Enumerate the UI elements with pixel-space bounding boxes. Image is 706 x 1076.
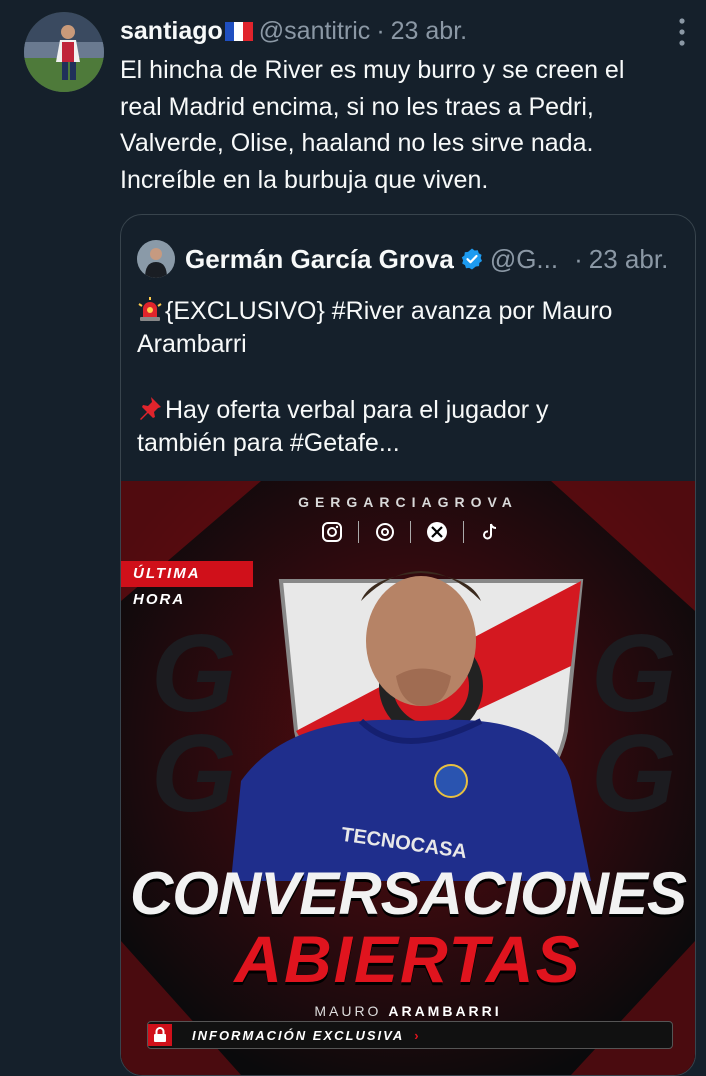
quote-text: {EXCLUSIVO} #River avanza por Mauro Aram… [137, 295, 677, 460]
quote-line-3: Hay oferta verbal para el jugador y [165, 396, 549, 424]
author-avatar[interactable] [24, 12, 104, 92]
france-flag-icon [224, 21, 253, 41]
quote-date: 23 abr. [588, 243, 669, 274]
svg-text:G: G [151, 712, 237, 835]
quote-avatar-photo [137, 240, 175, 278]
chevron-right-icon: › [414, 1027, 421, 1043]
info-bar: INFORMACIÓN EXCLUSIVA › [147, 1021, 673, 1049]
breaking-news-ribbon: ÚLTIMA HORA [121, 561, 253, 608]
tweet-text-line: real Madrid encima, si no les traes a Pe… [120, 92, 594, 121]
verified-badge-icon [461, 248, 482, 270]
divider [410, 521, 412, 543]
player-last-name: ARAMBARRI [388, 1003, 502, 1019]
author-handle[interactable]: @santitric [259, 17, 371, 46]
player-name: MAURO ARAMBARRI [121, 1003, 695, 1019]
quote-text-line: también para #Getafe... [137, 429, 400, 457]
quote-header: Germán García Grova @G... · 23 abr. [137, 239, 683, 279]
quote-author-avatar [137, 240, 175, 278]
quote-text-line: Arambarri [137, 330, 247, 358]
pushpin-icon [140, 397, 161, 420]
headline-primary: CONVERSACIONES [129, 860, 687, 927]
threads-icon [374, 521, 396, 543]
separator-dot: · [376, 16, 385, 45]
quote-text-line: {EXCLUSIVO} #River avanza por Mauro [137, 295, 677, 328]
tweet-text-line: El hincha de River es muy burro y se cre… [120, 56, 625, 84]
quote-author-handle: @G... [489, 243, 559, 274]
lock-icon [148, 1024, 172, 1046]
x-icon [426, 521, 448, 543]
tweet-text: El hincha de River es muy burro y se cre… [120, 52, 690, 198]
brand-name: GERGARCIAGROVA [298, 494, 518, 510]
divider [463, 521, 465, 543]
info-bar-label: INFORMACIÓN EXCLUSIVA [192, 1027, 405, 1043]
quote-media-image[interactable]: G G G G TECNOCASA GERGARCIAGROVA ÚLTIMA … [121, 481, 695, 1075]
avatar-photo [24, 12, 104, 92]
instagram-icon [321, 521, 343, 543]
quoted-tweet-card[interactable]: Germán García Grova @G... · 23 abr. {EXC… [120, 214, 696, 1076]
separator-dot: · [574, 243, 583, 274]
more-options-icon[interactable] [676, 16, 688, 48]
tweet-text-line: Increíble en la burbuja que viven. [120, 165, 489, 194]
quote-text-line: Hay oferta verbal para el jugador y [137, 394, 677, 427]
tiktok-icon [479, 521, 501, 543]
tweet-text-line: Valverde, Olise, haaland no les sirve na… [120, 129, 594, 157]
headline-secondary: ABIERTAS [234, 922, 582, 996]
tweet-header: santiago @santitric · 23 abr. [120, 14, 646, 48]
quote-line-1: {EXCLUSIVO} #River avanza por Mauro [165, 297, 613, 325]
rotating-light-icon [138, 297, 162, 321]
svg-text:G: G [591, 712, 677, 835]
tweet-date[interactable]: 23 abr. [391, 17, 467, 46]
social-icons [321, 519, 501, 545]
divider [357, 521, 359, 543]
quote-author-name: Germán García Grova [185, 243, 454, 274]
player-first-name: MAURO [314, 1003, 382, 1019]
author-name[interactable]: santiago [120, 17, 223, 46]
